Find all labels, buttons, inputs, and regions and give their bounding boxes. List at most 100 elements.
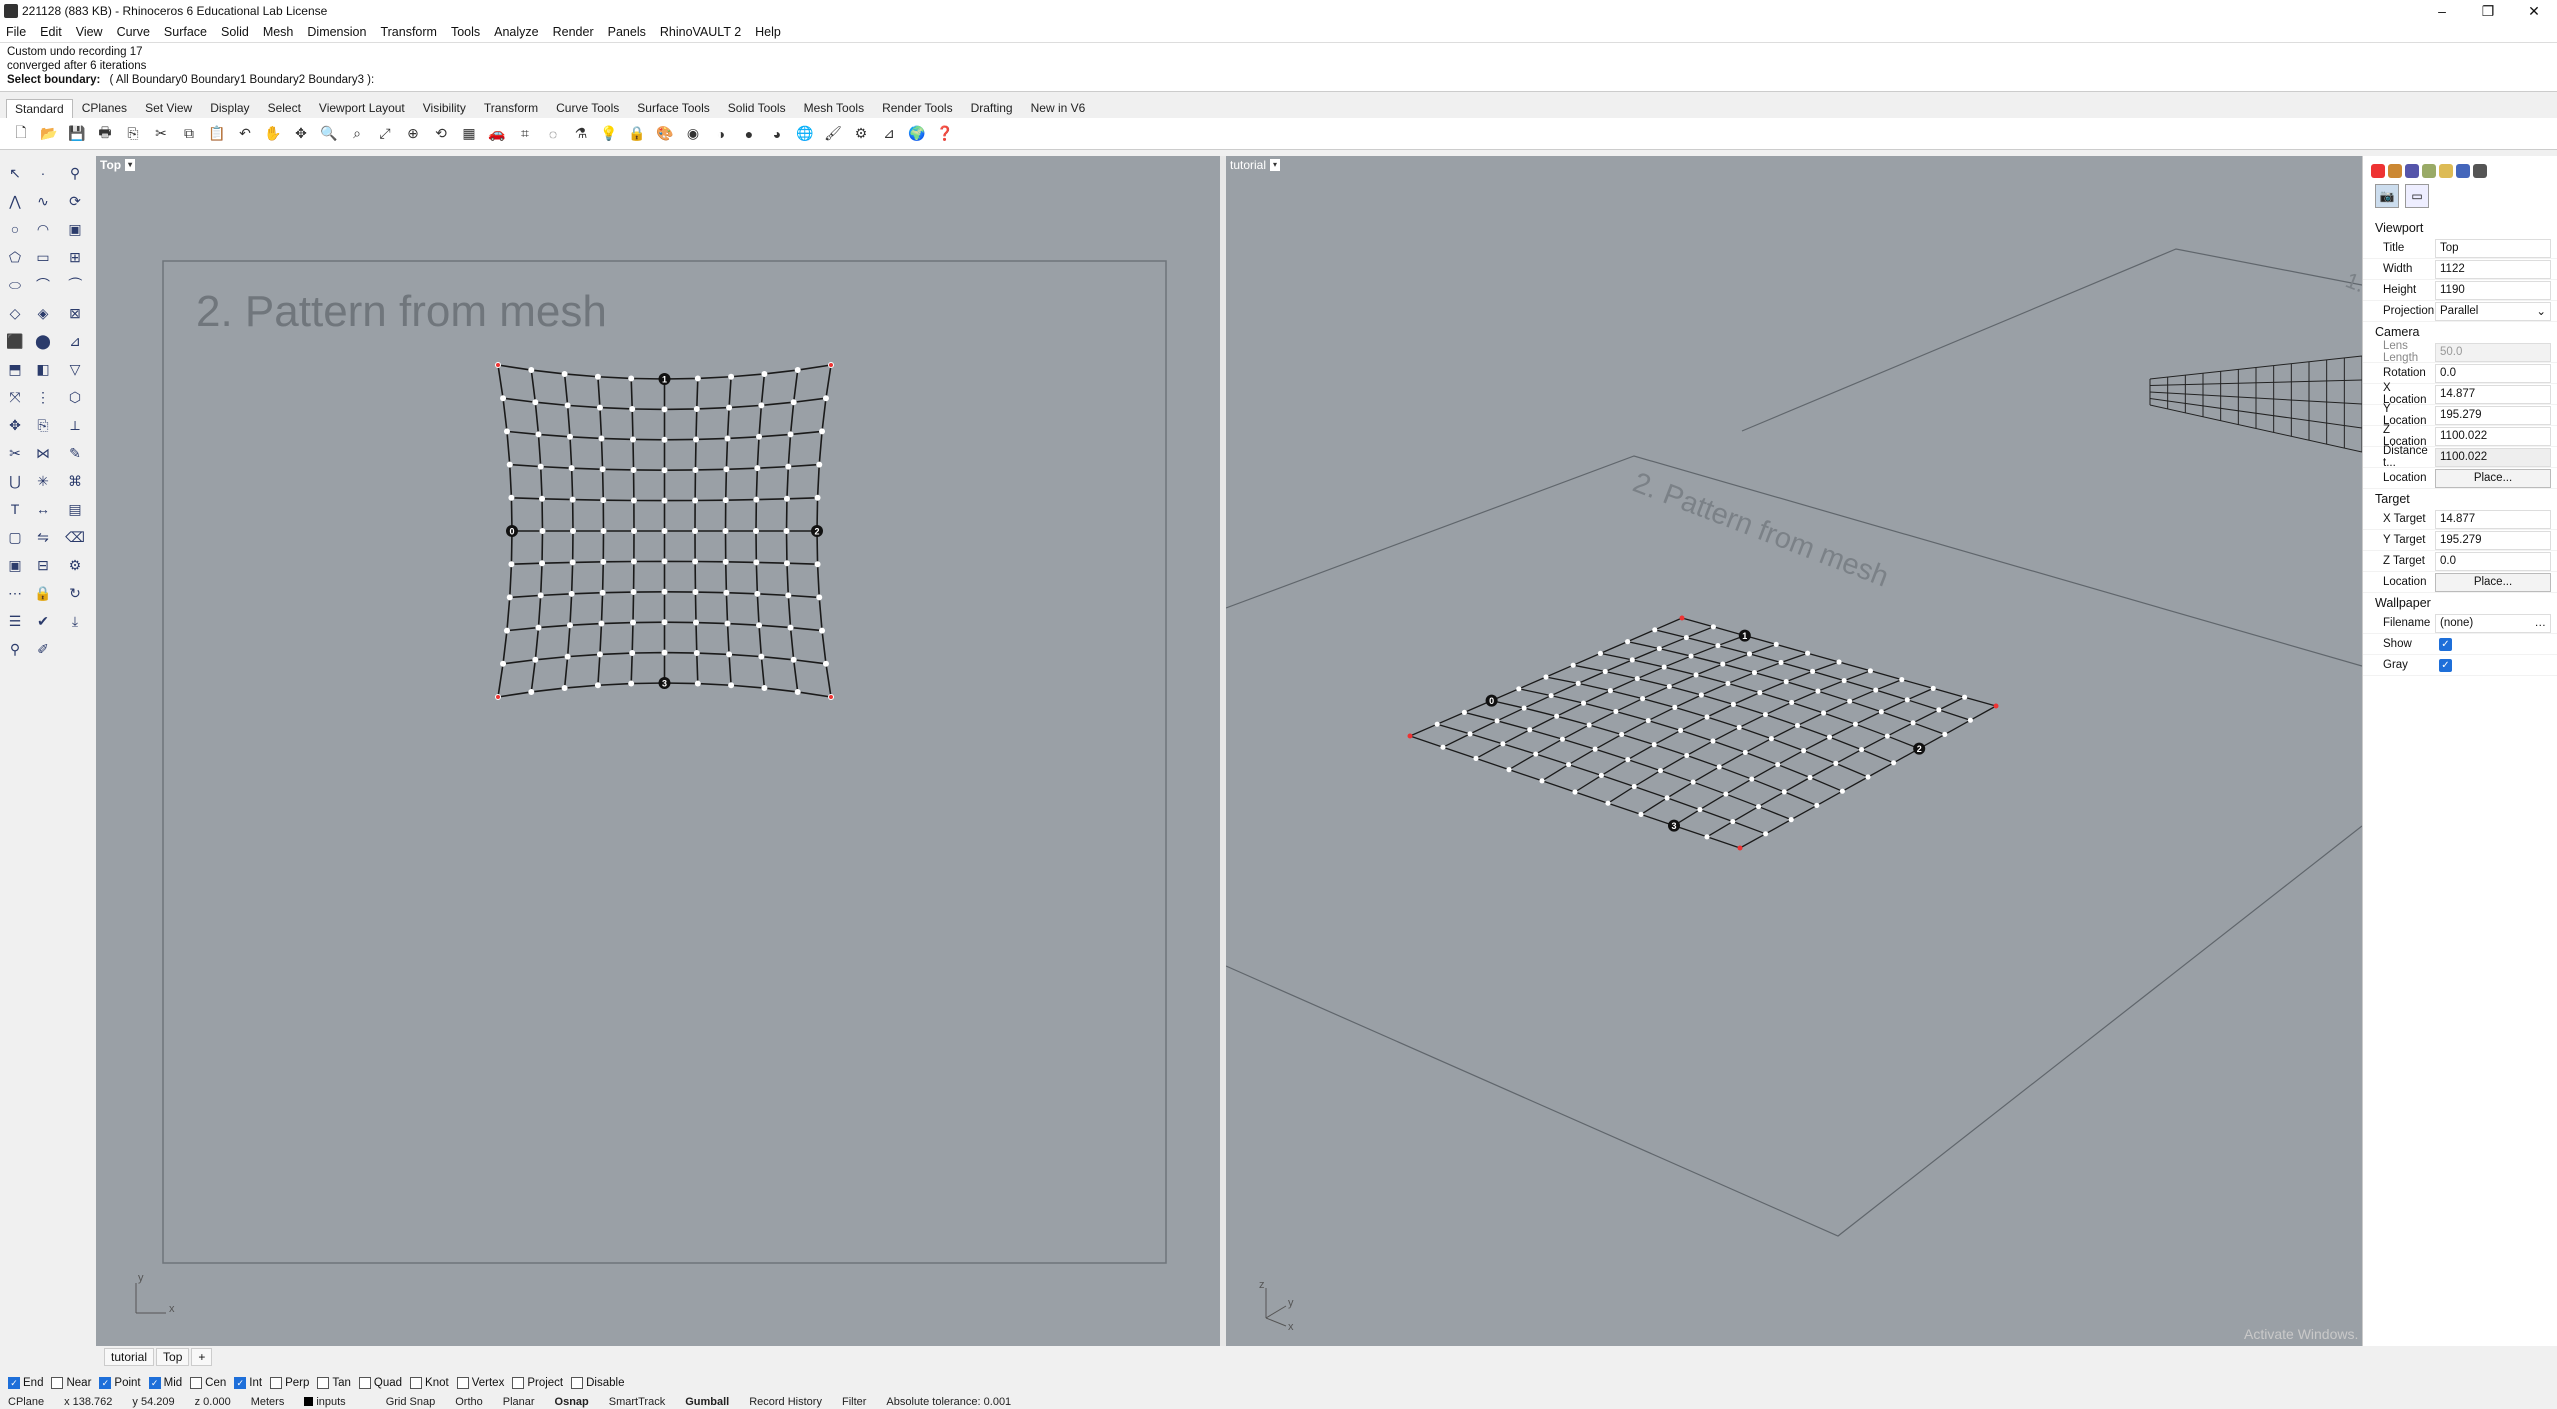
osnap-checkbox[interactable]: ✓ — [234, 1377, 247, 1389]
osnap-checkbox[interactable] — [358, 1377, 371, 1389]
osnap-checkbox[interactable]: ✓ — [99, 1377, 112, 1389]
prop-z-location-field[interactable]: 1100.022 — [2435, 426, 2551, 446]
export-icon[interactable]: ⤓ — [64, 610, 86, 632]
settings-icon[interactable]: ⚙ — [850, 123, 872, 145]
menu-rhinovault[interactable]: RhinoVAULT 2 — [660, 25, 741, 39]
osnap-checkbox[interactable] — [270, 1377, 283, 1389]
record-history-toggle[interactable]: Record History — [749, 1396, 822, 1408]
top-view-canvas[interactable]: 2. Pattern from mesh 0 1 2 3 y x — [96, 156, 1220, 1346]
osnap-perp[interactable]: Perp — [270, 1377, 309, 1389]
osnap-knot[interactable]: Knot — [410, 1377, 449, 1389]
rendered-icon[interactable]: ● — [738, 123, 760, 145]
edit-points-icon[interactable]: ⚲ — [64, 162, 86, 184]
menu-transform[interactable]: Transform — [380, 25, 437, 39]
layers-tab-icon[interactable] — [2388, 164, 2402, 178]
block-icon[interactable]: ▣ — [4, 554, 26, 576]
menu-analyze[interactable]: Analyze — [494, 25, 538, 39]
dimension-icon[interactable]: ⊿ — [878, 123, 900, 145]
layer-icon[interactable]: ☰ — [4, 610, 26, 632]
osnap-vertex[interactable]: Vertex — [456, 1377, 504, 1389]
target-place-button[interactable]: Place... — [2435, 572, 2551, 592]
prop-projection-select[interactable]: Parallel ⌄ — [2435, 301, 2551, 321]
planar-toggle[interactable]: Planar — [503, 1396, 535, 1408]
tab-viewport-layout[interactable]: Viewport Layout — [310, 98, 414, 118]
material-icon[interactable]: 🎨 — [654, 123, 676, 145]
solver-icon[interactable]: ⚙ — [64, 554, 86, 576]
light-icon[interactable]: 💡 — [598, 123, 620, 145]
prop-height-field[interactable]: 1190 — [2435, 280, 2551, 300]
ortho-toggle[interactable]: Ortho — [455, 1396, 483, 1408]
prop-rotation-field[interactable]: 0.0 — [2435, 363, 2551, 383]
osnap-checkbox[interactable] — [317, 1377, 330, 1389]
globe-icon[interactable]: 🌍 — [906, 123, 928, 145]
trim-icon[interactable]: ✂ — [4, 442, 26, 464]
render-sphere-icon[interactable]: ◕ — [766, 123, 788, 145]
horizontal-icon[interactable]: ⬡ — [64, 386, 86, 408]
tab-solid-tools[interactable]: Solid Tools — [719, 98, 795, 118]
thrust-icon[interactable]: ▽ — [64, 358, 86, 380]
color-wheel-icon[interactable]: ◉ — [682, 123, 704, 145]
osnap-project[interactable]: Project — [512, 1377, 563, 1389]
tab-new-in-v6[interactable]: New in V6 — [1022, 98, 1095, 118]
undo-icon[interactable]: ↶ — [234, 123, 256, 145]
diagram-icon[interactable]: ⌘ — [64, 470, 86, 492]
camera-tab-icon[interactable] — [2473, 164, 2487, 178]
new-file-icon[interactable]: 🗋 — [10, 123, 32, 145]
osnap-disable[interactable]: Disable — [571, 1377, 624, 1389]
boolean-icon[interactable]: ◧ — [32, 358, 54, 380]
tab-transform[interactable]: Transform — [475, 98, 547, 118]
materials-tab-icon[interactable] — [2422, 164, 2436, 178]
select-icon[interactable]: ◌ — [542, 123, 564, 145]
tab-render-tools[interactable]: Render Tools — [873, 98, 962, 118]
tab-surface-tools[interactable]: Surface Tools — [628, 98, 719, 118]
menu-tools[interactable]: Tools — [451, 25, 480, 39]
maximize-button[interactable]: ❐ — [2465, 0, 2511, 22]
move-view-icon[interactable]: ✥ — [290, 123, 312, 145]
minimize-button[interactable]: – — [2419, 0, 2465, 22]
close-button[interactable]: ✕ — [2511, 0, 2557, 22]
prop-y-location-field[interactable]: 195.279 — [2435, 405, 2551, 425]
tab-visibility[interactable]: Visibility — [414, 98, 475, 118]
viewport-properties-icon[interactable]: 📷 — [2375, 184, 2399, 208]
viewport-top[interactable]: Top ▾ 2. Pattern from mesh 0123 y x — [96, 156, 1220, 1346]
command-prompt[interactable]: Select boundary: ( All Boundary0 Boundar… — [7, 73, 2550, 87]
ellipse-icon[interactable]: ⬭ — [4, 274, 26, 296]
shaded-icon[interactable]: ◑ — [710, 123, 732, 145]
osnap-checkbox[interactable] — [410, 1377, 423, 1389]
grid-snap-icon[interactable]: ⌗ — [514, 123, 536, 145]
libraries-tab-icon[interactable] — [2439, 164, 2453, 178]
draft-icon[interactable]: ✐ — [32, 638, 54, 660]
tab-select[interactable]: Select — [259, 98, 310, 118]
menu-surface[interactable]: Surface — [164, 25, 207, 39]
tab-drafting[interactable]: Drafting — [962, 98, 1022, 118]
mirror-icon[interactable]: ⇋ — [32, 526, 54, 548]
grid-icon[interactable]: ⋯ — [4, 582, 26, 604]
osnap-checkbox[interactable] — [190, 1377, 203, 1389]
loft-icon[interactable]: ◈ — [32, 302, 54, 324]
properties-tab-icon[interactable] — [2371, 164, 2385, 178]
menu-dimension[interactable]: Dimension — [307, 25, 366, 39]
prop-distance-field[interactable]: 1100.022 — [2435, 447, 2551, 467]
osnap-checkbox[interactable] — [571, 1377, 584, 1389]
prop-x-location-field[interactable]: 14.877 — [2435, 384, 2551, 404]
dimension-tool-icon[interactable]: ↔ — [32, 498, 54, 520]
tab-standard[interactable]: Standard — [6, 99, 73, 118]
rotate-view-icon[interactable]: ⟲ — [430, 123, 452, 145]
perspective-canvas[interactable]: 1. Pattern fro 2. Pattern from mesh 0 1 2 3… — [1226, 156, 2362, 1346]
prop-y-target-field[interactable]: 195.279 — [2435, 530, 2551, 550]
osnap-checkbox[interactable]: ✓ — [8, 1377, 20, 1389]
box-icon[interactable]: ⬛ — [4, 330, 26, 352]
join-icon[interactable]: ⋃ — [4, 470, 26, 492]
viewport-tab-top[interactable]: Top — [156, 1348, 190, 1366]
osnap-checkbox[interactable] — [456, 1377, 469, 1389]
menu-view[interactable]: View — [76, 25, 103, 39]
menu-file[interactable]: File — [6, 25, 26, 39]
viewport-tutorial[interactable]: tutorial▾ 1. Pattern fro 2. Pattern from… — [1226, 156, 2362, 1346]
browse-button[interactable]: … — [2535, 617, 2547, 629]
osnap-quad[interactable]: Quad — [358, 1377, 402, 1389]
prop-x-target-field[interactable]: 14.877 — [2435, 509, 2551, 529]
print-icon[interactable]: 🖶 — [94, 123, 116, 145]
fillet-icon[interactable]: ⌒ — [32, 274, 54, 296]
section-icon[interactable]: ⊟ — [32, 554, 54, 576]
polygon-icon[interactable]: ⬠ — [4, 246, 26, 268]
